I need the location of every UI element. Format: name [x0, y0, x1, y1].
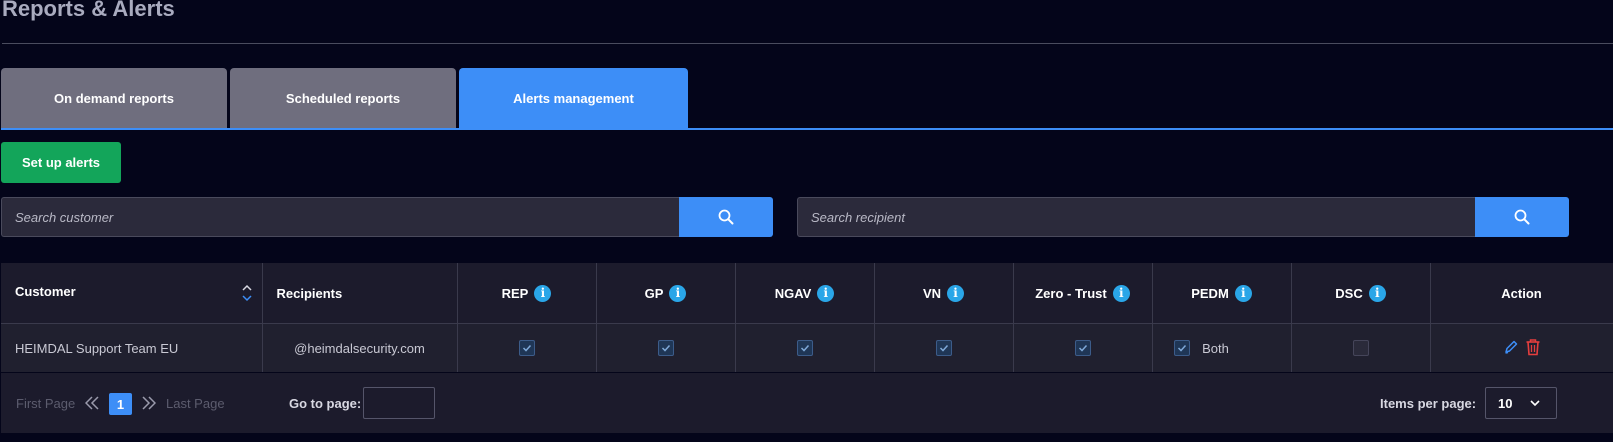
recipients-cell: @heimdalsecurity.com — [262, 323, 458, 372]
pedm-mode-label: Both — [1202, 340, 1229, 356]
column-label: NGAV — [774, 285, 812, 301]
rep-cell — [457, 323, 597, 372]
checkmark-icon — [522, 345, 531, 352]
column-header-dsc: DSC i — [1291, 263, 1431, 324]
column-header-pedm: PEDM i — [1152, 263, 1292, 324]
info-icon[interactable]: i — [947, 284, 965, 302]
customer-cell: HEIMDAL Support Team EU — [1, 323, 263, 372]
go-to-page-label: Go to page: — [289, 396, 362, 411]
zero-trust-cell — [1013, 323, 1153, 372]
search-customer-input[interactable] — [1, 197, 679, 237]
ngav-cell — [735, 323, 875, 372]
title-divider — [2, 43, 1613, 44]
search-recipient-input[interactable] — [797, 197, 1475, 237]
tab-on-demand-reports[interactable]: On demand reports — [1, 68, 227, 129]
search-recipient-button[interactable] — [1475, 197, 1569, 237]
alerts-table: Customer Recipients REP i GP i NGAV i VN… — [1, 263, 1613, 372]
ngav-checkbox[interactable] — [796, 340, 813, 357]
action-cell — [1430, 323, 1613, 372]
table-header-row: Customer Recipients REP i GP i NGAV i VN… — [1, 263, 1613, 324]
column-label: DSC — [1335, 285, 1363, 301]
checkmark-icon — [1178, 344, 1187, 352]
customer-search — [1, 197, 773, 237]
search-icon — [1514, 209, 1530, 225]
gp-cell — [596, 323, 736, 372]
pagination-bar: First Page 1 Last Page Go to page: Items… — [1, 373, 1613, 433]
dsc-checkbox[interactable] — [1352, 340, 1369, 357]
info-icon[interactable]: i — [669, 284, 687, 302]
info-icon[interactable]: i — [534, 284, 552, 302]
column-header-customer[interactable]: Customer — [1, 263, 263, 324]
first-page-link[interactable]: First Page — [16, 396, 75, 411]
column-label: VN — [922, 285, 942, 301]
column-header-recipients: Recipients — [262, 263, 458, 324]
page-title: Reports & Alerts — [2, 0, 175, 21]
set-up-alerts-button[interactable]: Set up alerts — [1, 142, 121, 183]
info-icon[interactable]: i — [1368, 284, 1386, 302]
pedm-cell: Both — [1152, 323, 1292, 372]
items-per-page-label: Items per page: — [1380, 396, 1477, 411]
column-label: GP — [644, 285, 664, 301]
trash-icon[interactable] — [1525, 338, 1541, 356]
column-header-zero-trust: Zero - Trust i — [1013, 263, 1153, 324]
column-header-gp: GP i — [596, 263, 736, 324]
gp-checkbox[interactable] — [657, 340, 674, 357]
vn-checkbox[interactable] — [935, 340, 952, 357]
checkmark-icon — [939, 345, 948, 352]
info-icon[interactable]: i — [817, 284, 835, 302]
rep-checkbox[interactable] — [518, 340, 535, 357]
sort-icon[interactable] — [241, 284, 252, 302]
pencil-icon[interactable] — [1503, 339, 1519, 355]
tab-underline — [1, 128, 1613, 130]
column-label: Action — [1501, 285, 1542, 301]
column-label: Zero - Trust — [1035, 285, 1107, 301]
pedm-checkbox[interactable] — [1174, 340, 1191, 356]
search-customer-button[interactable] — [679, 197, 773, 237]
table-row: HEIMDAL Support Team EU @heimdalsecurity… — [1, 323, 1613, 372]
column-header-rep: REP i — [457, 263, 597, 324]
vn-cell — [874, 323, 1014, 372]
dsc-cell — [1291, 323, 1431, 372]
search-icon — [718, 209, 734, 225]
tab-bar: On demand reports Scheduled reports Aler… — [1, 68, 688, 129]
tab-scheduled-reports[interactable]: Scheduled reports — [230, 68, 456, 129]
zero-trust-checkbox[interactable] — [1074, 340, 1091, 357]
checkmark-icon — [1078, 345, 1087, 352]
column-header-ngav: NGAV i — [735, 263, 875, 324]
info-icon[interactable]: i — [1112, 284, 1130, 302]
tab-alerts-management[interactable]: Alerts management — [459, 68, 688, 129]
double-chevron-left-icon[interactable] — [85, 395, 99, 411]
column-header-action: Action — [1430, 263, 1613, 324]
items-per-page-select[interactable]: 10 — [1485, 387, 1557, 419]
column-label: REP — [501, 285, 529, 301]
double-chevron-right-icon[interactable] — [142, 395, 156, 411]
checkmark-icon — [661, 345, 670, 352]
go-to-page-input[interactable] — [363, 387, 435, 419]
last-page-link[interactable]: Last Page — [166, 396, 225, 411]
column-label: PEDM — [1191, 285, 1229, 301]
column-label: Recipients — [276, 285, 343, 301]
items-per-page-value: 10 — [1498, 395, 1513, 411]
info-icon[interactable]: i — [1234, 284, 1252, 302]
page-number-current[interactable]: 1 — [109, 393, 132, 415]
recipient-search — [797, 197, 1569, 237]
checkmark-icon — [800, 345, 809, 352]
column-label: Customer — [15, 284, 76, 299]
column-header-vn: VN i — [874, 263, 1014, 324]
chevron-down-icon — [1530, 400, 1540, 407]
